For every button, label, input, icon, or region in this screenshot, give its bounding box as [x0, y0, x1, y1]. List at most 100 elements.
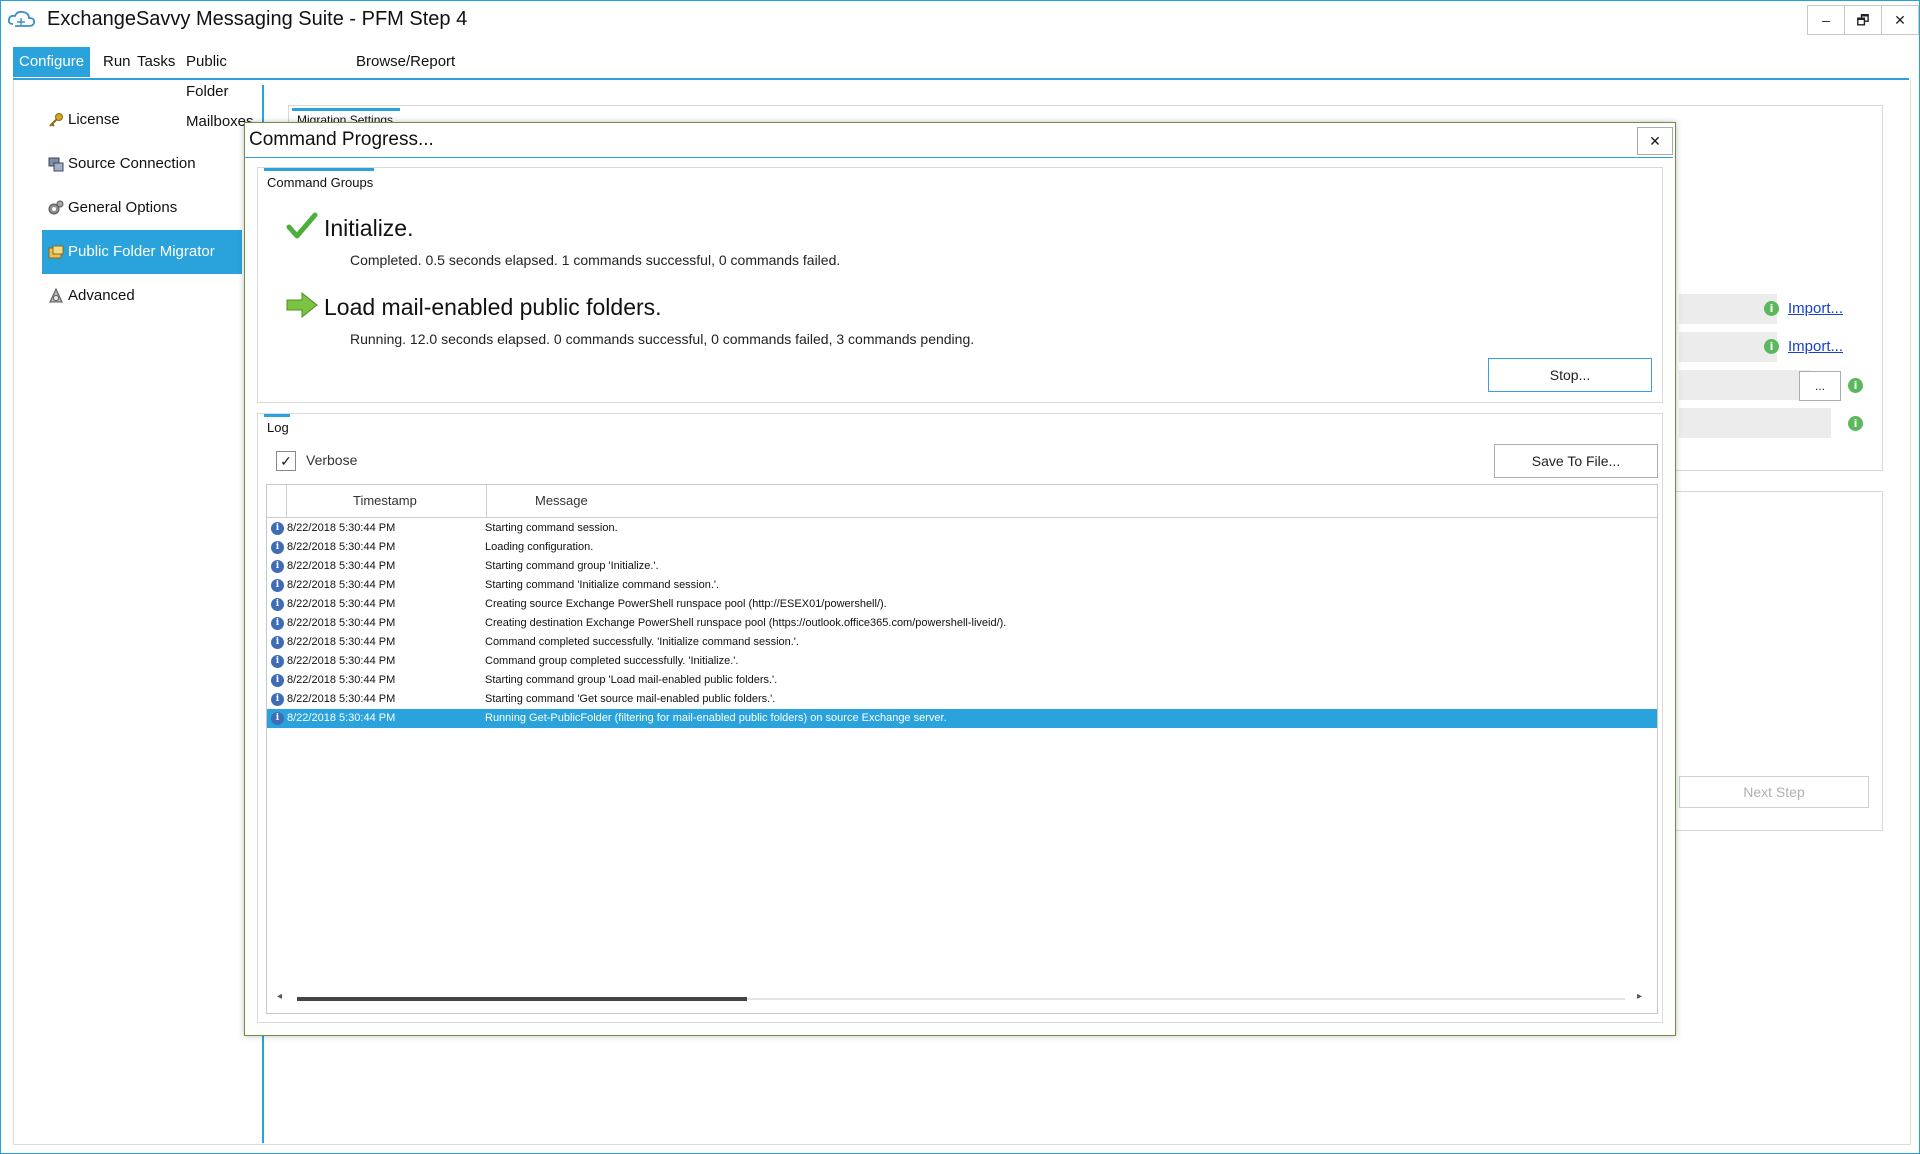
restore-button[interactable]: 🗗 — [1844, 5, 1882, 35]
info-icon: i — [271, 522, 284, 535]
sidebar-item-advanced[interactable]: Advanced — [42, 274, 242, 318]
info-icon: i — [271, 541, 284, 554]
menu-public-folder-mailboxes[interactable]: Public Folder Mailboxes — [180, 47, 260, 130]
checkmark-icon — [286, 212, 318, 239]
log-row[interactable]: i 8/22/2018 5:30:44 PM Starting command gr… — [267, 671, 1657, 690]
next-step-button[interactable]: Next Step — [1679, 776, 1869, 808]
column-header-timestamp[interactable]: Timestamp — [287, 485, 487, 517]
info-icon: i — [271, 636, 284, 649]
info-icon: i — [271, 712, 284, 725]
log-message: Starting command group 'Initialize.'. — [485, 560, 659, 572]
sidebar-item-license[interactable]: License — [42, 98, 242, 142]
log-row[interactable]: i 8/22/2018 5:30:44 PM Starting command 'I… — [267, 576, 1657, 595]
tab-command-groups[interactable]: Command Groups — [267, 175, 373, 190]
tab-underline — [264, 168, 374, 171]
text-field-1[interactable] — [1679, 294, 1777, 324]
log-timestamp: 8/22/2018 5:30:44 PM — [287, 560, 396, 572]
verbose-checkbox[interactable]: ✓ — [276, 451, 296, 471]
menu-tasks[interactable]: Tasks — [131, 47, 181, 77]
group-title-load-public-folders: Load mail-enabled public folders. — [324, 294, 662, 320]
log-message: Loading configuration. — [485, 541, 594, 553]
dialog-title: Command Progress... — [249, 129, 434, 150]
log-box: Log ✓ Verbose Save To File... Timestamp … — [257, 413, 1663, 1023]
tab-log[interactable]: Log — [267, 420, 289, 435]
gears-icon — [48, 200, 64, 215]
log-row[interactable]: i 8/22/2018 5:30:44 PM Creating destinatio… — [267, 614, 1657, 633]
sidebar-item-label: Public Folder Migrator — [68, 243, 215, 260]
log-timestamp: 8/22/2018 5:30:44 PM — [287, 674, 396, 686]
text-field-4[interactable] — [1679, 408, 1831, 438]
log-timestamp: 8/22/2018 5:30:44 PM — [287, 598, 396, 610]
info-icon: i — [271, 560, 284, 573]
tab-underline — [292, 108, 400, 111]
arrow-right-icon — [286, 292, 318, 318]
log-message: Starting command 'Get source mail-enable… — [485, 693, 776, 705]
tab-underline — [264, 414, 290, 417]
menu-configure[interactable]: Configure — [13, 47, 91, 77]
title-bar: ExchangeSavvy Messaging Suite - PFM Step… — [1, 1, 1919, 37]
log-row[interactable]: i 8/22/2018 5:30:44 PM Starting command 'G… — [267, 690, 1657, 709]
text-field-3[interactable] — [1679, 370, 1811, 400]
log-message: Command group completed successfully. 'I… — [485, 655, 739, 667]
advanced-icon — [49, 288, 63, 303]
log-row[interactable]: i 8/22/2018 5:30:44 PM Starting command se… — [267, 519, 1657, 538]
log-message: Starting command 'Initialize command ses… — [485, 579, 720, 591]
verbose-label: Verbose — [306, 452, 358, 468]
log-timestamp: 8/22/2018 5:30:44 PM — [287, 712, 396, 724]
import-link-1[interactable]: Import... — [1788, 300, 1843, 317]
log-message: Starting command session. — [485, 522, 618, 534]
log-grid: Timestamp Message i 8/22/2018 5:30:44 PM S… — [266, 484, 1658, 1014]
info-icon: i — [271, 579, 284, 592]
import-link-2[interactable]: Import... — [1788, 338, 1843, 355]
cloud-logo-icon — [7, 10, 36, 27]
log-row[interactable]: i 8/22/2018 5:30:44 PM Loading configurati… — [267, 538, 1657, 557]
sidebar-item-label: Advanced — [68, 287, 135, 304]
menu-browse-report[interactable]: Browse/Report — [350, 47, 461, 77]
server-connection-icon — [48, 157, 64, 172]
log-timestamp: 8/22/2018 5:30:44 PM — [287, 693, 396, 705]
browse-button[interactable]: ... — [1799, 371, 1841, 401]
log-message: Creating destination Exchange PowerShell… — [485, 617, 1007, 629]
command-progress-dialog: Command Progress... ✕ Command Groups Ini… — [244, 122, 1676, 1036]
window-title: ExchangeSavvy Messaging Suite - PFM Step… — [47, 8, 468, 30]
scroll-right-arrow[interactable]: ▸ — [1637, 991, 1642, 1002]
minimize-button[interactable]: – — [1807, 5, 1845, 35]
group-title-initialize: Initialize. — [324, 215, 414, 241]
command-groups-box: Command Groups Initialize. Completed. 0.… — [257, 167, 1663, 403]
dialog-close-button[interactable]: ✕ — [1637, 127, 1673, 155]
info-icon: i — [271, 598, 284, 611]
stop-button[interactable]: Stop... — [1488, 358, 1652, 392]
sidebar-item-label: License — [68, 111, 120, 128]
folder-migrate-icon — [48, 245, 64, 259]
info-icon: i — [271, 693, 284, 706]
info-icon: i — [1764, 301, 1779, 316]
info-icon: i — [271, 617, 284, 630]
scroll-thumb[interactable] — [297, 997, 747, 1001]
close-button[interactable]: ✕ — [1881, 5, 1919, 35]
log-row[interactable]: i 8/22/2018 5:30:44 PM Starting command gr… — [267, 557, 1657, 576]
log-row[interactable]: i 8/22/2018 5:30:44 PM Command group compl… — [267, 652, 1657, 671]
log-timestamp: 8/22/2018 5:30:44 PM — [287, 522, 396, 534]
text-field-2[interactable] — [1679, 332, 1777, 362]
log-timestamp: 8/22/2018 5:30:44 PM — [287, 617, 396, 629]
main-window: ExchangeSavvy Messaging Suite - PFM Step… — [0, 0, 1920, 1154]
column-header-message[interactable]: Message — [487, 485, 1657, 517]
sidebar-item-source-connection[interactable]: Source Connection — [42, 142, 242, 186]
log-timestamp: 8/22/2018 5:30:44 PM — [287, 636, 396, 648]
info-icon: i — [271, 674, 284, 687]
sidebar-item-public-folder-migrator[interactable]: Public Folder Migrator — [42, 230, 242, 274]
group-status-load-public-folders: Running. 12.0 seconds elapsed. 0 command… — [350, 331, 975, 347]
sidebar-item-general-options[interactable]: General Options — [42, 186, 242, 230]
info-icon: i — [1848, 416, 1863, 431]
horizontal-scrollbar[interactable]: ◂ ▸ — [275, 991, 1647, 1005]
log-row[interactable]: i 8/22/2018 5:30:44 PM Command completed s… — [267, 633, 1657, 652]
save-to-file-button[interactable]: Save To File... — [1494, 444, 1658, 478]
log-row[interactable]: i 8/22/2018 5:30:44 PM Running Get-PublicF… — [267, 709, 1657, 728]
info-icon: i — [271, 655, 284, 668]
sidebar-item-label: General Options — [68, 199, 178, 216]
scroll-left-arrow[interactable]: ◂ — [277, 991, 282, 1002]
group-status-initialize: Completed. 0.5 seconds elapsed. 1 comman… — [350, 252, 841, 268]
log-message: Running Get-PublicFolder (filtering for … — [485, 712, 947, 724]
log-timestamp: 8/22/2018 5:30:44 PM — [287, 655, 396, 667]
log-row[interactable]: i 8/22/2018 5:30:44 PM Creating source Exc… — [267, 595, 1657, 614]
